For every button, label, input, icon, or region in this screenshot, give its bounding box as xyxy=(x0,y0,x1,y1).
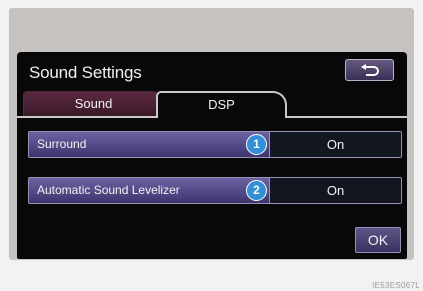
ok-button[interactable]: OK xyxy=(355,227,401,253)
tab-underline xyxy=(285,116,407,118)
image-code: IE53ES067L xyxy=(372,281,420,290)
return-arrow-icon xyxy=(360,64,379,76)
levelizer-label: Automatic Sound Levelizer xyxy=(37,183,180,197)
levelizer-toggle-button[interactable]: On xyxy=(269,178,401,203)
surround-row[interactable]: Surround 1 On xyxy=(28,131,402,158)
surround-toggle-button[interactable]: On xyxy=(269,132,401,157)
surround-label-cell: Surround 1 xyxy=(29,132,269,157)
tab-dsp[interactable]: DSP xyxy=(156,91,287,117)
callout-badge-2: 2 xyxy=(246,180,267,201)
surround-label: Surround xyxy=(37,137,87,151)
levelizer-label-cell: Automatic Sound Levelizer 2 xyxy=(29,178,269,203)
tab-underline xyxy=(17,116,158,118)
sound-settings-screen: Sound Settings Sound DSP Surround 1 On A… xyxy=(17,52,407,259)
tab-sound[interactable]: Sound xyxy=(23,91,164,117)
page-title: Sound Settings xyxy=(29,63,142,82)
automatic-sound-levelizer-row[interactable]: Automatic Sound Levelizer 2 On xyxy=(28,177,402,204)
callout-badge-1: 1 xyxy=(246,134,267,155)
back-button[interactable] xyxy=(345,59,394,81)
